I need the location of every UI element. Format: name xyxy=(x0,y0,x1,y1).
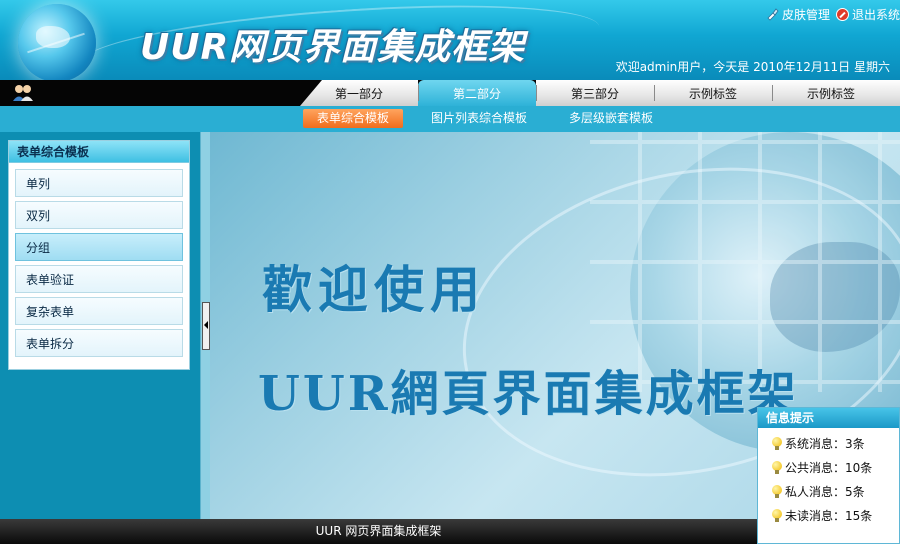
info-label: 私人消息：5条 xyxy=(785,485,865,499)
brush-icon xyxy=(767,8,779,21)
welcome-text: 欢迎admin用户，今天是 2010年12月11日 星期六 xyxy=(615,60,890,74)
skin-button[interactable]: 皮肤管理 xyxy=(766,6,830,23)
info-item-unread[interactable]: 未读消息：15条 xyxy=(772,504,899,528)
app-title: UUR网页界面集成框架 xyxy=(140,27,526,68)
info-label: 未读消息：15条 xyxy=(785,509,873,523)
sidebar-panel: 表单综合模板 单列 双列 分组 表单验证 复杂表单 表单拆分 xyxy=(8,140,190,370)
bulb-icon xyxy=(772,485,782,499)
sidebar-splitter[interactable] xyxy=(200,132,210,519)
welcome-subheading: UUR網頁界面集成框架 xyxy=(258,366,799,422)
sidebar-item-split-form[interactable]: 表单拆分 xyxy=(15,329,183,357)
tab-sample-1[interactable]: 示例标签 xyxy=(654,80,772,106)
sidebar: 表单综合模板 单列 双列 分组 表单验证 复杂表单 表单拆分 xyxy=(0,132,200,519)
info-item-system[interactable]: 系统消息：3条 xyxy=(772,432,899,456)
main-nav: 第一部分 第二部分 第三部分 示例标签 示例标签 xyxy=(0,80,900,106)
bulb-icon xyxy=(772,509,782,523)
exit-icon xyxy=(835,8,849,21)
subnav-items: 表单综合模板 图片列表综合模板 多层级嵌套模板 xyxy=(303,109,667,128)
footer-text: UUR 网页界面集成框架 xyxy=(0,519,757,544)
bulb-icon xyxy=(772,461,782,475)
tab-part-2[interactable]: 第二部分 xyxy=(418,80,536,106)
sidebar-item-double-column[interactable]: 双列 xyxy=(15,201,183,229)
tab-sample-2[interactable]: 示例标签 xyxy=(772,80,890,106)
sidebar-item-single-column[interactable]: 单列 xyxy=(15,169,183,197)
tab-part-3[interactable]: 第三部分 xyxy=(536,80,654,106)
globe-logo-icon xyxy=(18,4,96,80)
info-title: 信息提示 xyxy=(758,408,899,428)
skin-label: 皮肤管理 xyxy=(781,8,830,22)
users-icon xyxy=(13,85,33,101)
sidebar-item-validation[interactable]: 表单验证 xyxy=(15,265,183,293)
tab-part-1[interactable]: 第一部分 xyxy=(300,80,418,106)
subnav-image-list-template[interactable]: 图片列表综合模板 xyxy=(417,109,541,128)
sidebar-menu: 单列 双列 分组 表单验证 复杂表单 表单拆分 xyxy=(9,163,189,357)
tabs: 第一部分 第二部分 第三部分 示例标签 示例标签 xyxy=(300,80,900,106)
info-popup: 信息提示 系统消息：3条 公共消息：10条 私人消息：5条 未读消息：15条 xyxy=(757,407,900,544)
subnav-form-template[interactable]: 表单综合模板 xyxy=(303,109,404,128)
info-item-public[interactable]: 公共消息：10条 xyxy=(772,456,899,480)
collapse-sidebar-icon[interactable] xyxy=(202,302,210,350)
sub-nav: 表单综合模板 图片列表综合模板 多层级嵌套模板 xyxy=(0,106,900,132)
info-label: 系统消息：3条 xyxy=(785,437,865,451)
sidebar-item-group[interactable]: 分组 xyxy=(15,233,183,261)
exit-button[interactable]: 退出系统 xyxy=(835,6,900,23)
welcome-heading: 歡迎使用 xyxy=(262,260,486,319)
sidebar-item-complex-form[interactable]: 复杂表单 xyxy=(15,297,183,325)
exit-label: 退出系统 xyxy=(851,8,900,22)
info-list: 系统消息：3条 公共消息：10条 私人消息：5条 未读消息：15条 xyxy=(758,428,899,528)
top-links: 皮肤管理 退出系统 xyxy=(766,6,900,23)
bulb-icon xyxy=(772,437,782,451)
subnav-nested-template[interactable]: 多层级嵌套模板 xyxy=(555,109,667,128)
sidebar-title: 表单综合模板 xyxy=(9,141,189,163)
header: UUR网页界面集成框架 皮肤管理 退出系统 欢迎admin用户，今天是 2010… xyxy=(0,0,900,80)
info-item-private[interactable]: 私人消息：5条 xyxy=(772,480,899,504)
info-label: 公共消息：10条 xyxy=(785,461,873,475)
tabs-end xyxy=(890,80,900,106)
